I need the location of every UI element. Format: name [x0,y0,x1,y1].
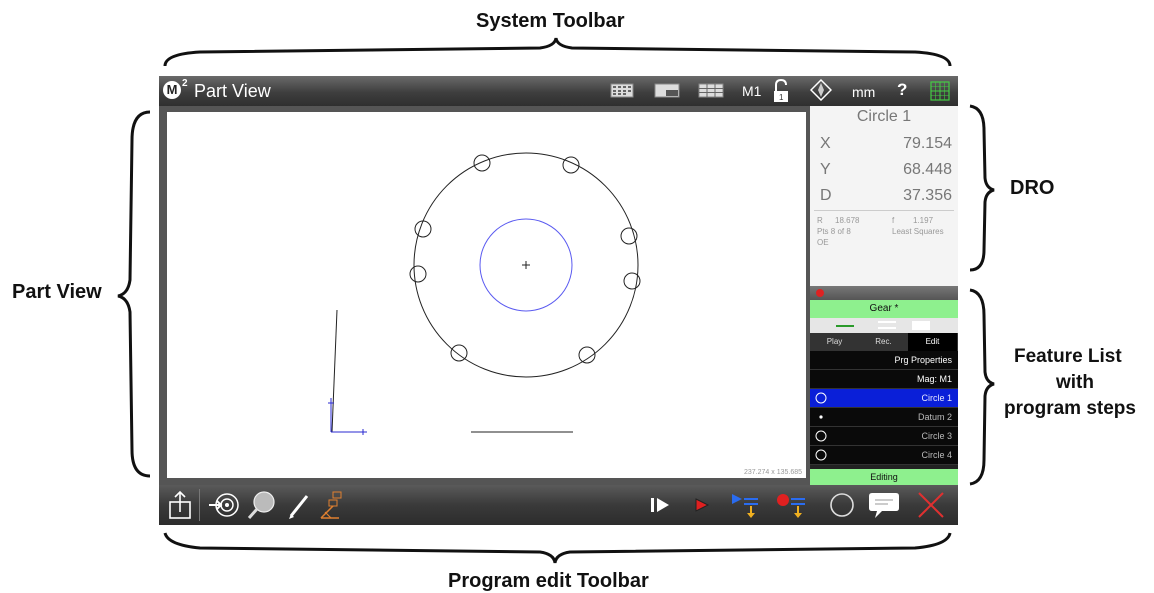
tab-edit[interactable]: Edit [908,333,957,351]
dro-oe: OE [817,238,829,247]
feature-row-circle-1[interactable]: Circle 1 [810,389,958,408]
dro-r-label: R [817,216,823,225]
brace-dro [969,104,995,272]
feature-list-tabs: Play Rec. Edit [810,333,958,351]
dro-axis-label: D [820,187,832,204]
part-geometry [328,152,641,435]
pencil-icon[interactable] [287,490,311,520]
dro-points: Pts 8 of 8 [817,227,851,236]
edit-status-bar: Editing [810,469,958,485]
gear-tooth-hole [623,272,641,290]
part-view-canvas[interactable]: 237.274 x 135.685 [167,112,806,478]
help-button[interactable]: ? [897,80,907,100]
feature-row-mag[interactable]: Mag: M1 [810,370,958,389]
magnifier-icon[interactable] [247,490,277,520]
dro-value: 79.154 [903,135,952,152]
dro-fit-method: Least Squares [892,227,944,236]
dro-feature-name: Circle 1 [856,108,912,125]
magnification-indicator[interactable]: M1 [742,83,761,99]
view-mode-icons[interactable] [810,318,958,333]
dro-row-x[interactable]: X 79.154 [820,135,952,159]
record-insert-icon[interactable] [776,490,806,520]
gear-tooth-hole [473,154,491,172]
dro-axis-label: Y [820,161,831,178]
probe-target-icon[interactable] [207,490,241,520]
dro-f-value: 1.197 [913,216,934,225]
grid-layout-icon[interactable] [698,82,724,98]
program-name[interactable]: Gear * [810,300,958,318]
brace-top [163,37,952,67]
delete-icon[interactable] [916,490,946,520]
canvas-coordinates: 237.274 x 135.685 [744,469,802,476]
feature-row-prg-properties[interactable]: Prg Properties [810,351,958,370]
dro-row-d[interactable]: D 37.356 [820,187,952,211]
dro-row-y[interactable]: Y 68.448 [820,161,952,185]
units-toggle[interactable]: mm [852,84,875,100]
brace-left [117,110,151,478]
tab-play[interactable]: Play [810,333,859,351]
gear-tooth-hole [409,265,427,283]
tab-record[interactable]: Rec. [859,333,908,351]
app-logo[interactable]: M [163,81,181,99]
part-view-frame: 237.274 x 135.685 [159,106,810,485]
brace-bottom [163,532,952,564]
dro-divider [814,210,954,211]
system-toolbar: M 2 Part View M1 1 mm ? [159,76,958,106]
comment-icon[interactable] [868,490,900,520]
reference-line [331,309,338,433]
dro-value: 37.356 [903,187,952,204]
program-edit-toolbar [159,485,958,525]
construct-icon[interactable] [319,490,345,520]
feature-row-circle-4[interactable]: Circle 4 [810,446,958,465]
brace-feature-list [969,288,995,486]
compass-icon[interactable] [810,79,832,101]
feature-label: Mag: M1 [916,374,952,384]
keypad-icon[interactable] [610,82,634,98]
screen-title: Part View [194,81,271,101]
gear-tooth-hole [450,344,468,362]
feature-row-datum-2[interactable]: Datum 2 [810,408,958,427]
dro-value: 68.448 [903,161,952,178]
lock-open-icon[interactable]: 1 [772,79,794,103]
feature-list-panel: Gear * Play Rec. Edit Prg Properties Mag… [810,286,958,485]
step-play-icon[interactable] [648,490,672,520]
toolbar-separator [199,489,200,521]
feature-label: Prg Properties [894,355,952,365]
circle-icon [815,449,827,461]
feature-label: Datum 2 [917,412,952,422]
dro-axis-label: X [820,135,831,152]
feature-list-header [810,286,958,300]
feature-label: Circle 4 [921,450,952,460]
export-icon[interactable] [167,490,193,520]
app-window: M 2 Part View M1 1 mm ? 237.274 x 135.68… [159,76,958,525]
crosshair-grid-icon[interactable] [930,81,950,101]
gear-tooth-hole [414,220,432,238]
feature-label: Circle 3 [921,431,952,441]
dro-f-label: f [892,216,895,225]
dro-panel: Circle 1 X 79.154 Y 68.448 D 37.356 R 18… [810,106,958,286]
window-layout-icon[interactable] [654,82,680,98]
dro-r-value: 18.678 [835,216,860,225]
view-mode-bar [810,318,958,333]
svg-text:1: 1 [779,93,784,102]
circle-icon [815,392,827,404]
circle-refresh-icon[interactable] [827,490,857,520]
circle-icon [815,430,827,442]
feature-label: Circle 1 [921,393,952,403]
feature-row-circle-3[interactable]: Circle 3 [810,427,958,446]
run-icon[interactable] [692,490,712,520]
point-icon [819,415,823,419]
app-logo-superscript: 2 [182,78,188,89]
record-indicator-icon [816,289,824,297]
insert-step-icon[interactable] [730,490,760,520]
